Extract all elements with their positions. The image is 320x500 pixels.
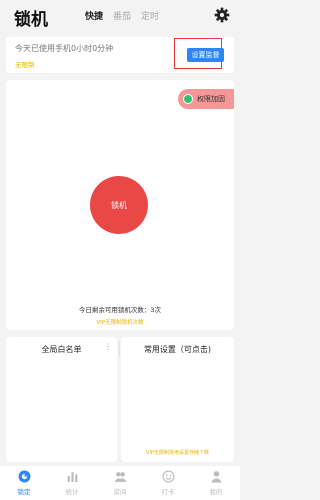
- nav-label-mine: 我的: [209, 488, 223, 496]
- divider: [119, 341, 120, 357]
- people-icon: [114, 472, 126, 482]
- page-title: 锁机: [14, 10, 48, 30]
- vip-common-note[interactable]: VIP无限制常用设置存储个数: [121, 449, 234, 456]
- nav-item-stats[interactable]: 统计: [48, 466, 96, 500]
- tab-scheduled[interactable]: 定时: [141, 9, 159, 22]
- tab-pomodoro[interactable]: 番茄: [113, 9, 131, 22]
- gear-icon[interactable]: [214, 7, 230, 23]
- vip-lock-note[interactable]: VIP无限制锁机次数: [0, 318, 240, 326]
- nav-label-stats: 统计: [65, 488, 79, 496]
- bar-chart-icon: [67, 472, 77, 482]
- nav-label-lock: 锁定: [17, 488, 31, 496]
- whitelist-title: 全局白名单: [41, 345, 82, 354]
- lock-icon: [18, 470, 30, 483]
- common-settings-card[interactable]: 常用设置（可点击): [121, 337, 234, 462]
- nav-item-mine[interactable]: 我的: [192, 466, 240, 500]
- usage-text: 今天已使用手机0小时0分钟: [15, 44, 114, 53]
- permission-label: 权限加固: [197, 95, 225, 103]
- usage-limit: 无限制: [15, 61, 35, 69]
- nav-label-room: 房间: [113, 488, 127, 496]
- person-icon: [210, 471, 222, 483]
- nav-item-lock[interactable]: 锁定: [0, 466, 48, 500]
- more-vertical-icon[interactable]: ⋮: [104, 343, 112, 351]
- nav-item-checkin[interactable]: 打卡: [144, 466, 192, 500]
- lock-button[interactable]: 锁机: [90, 176, 148, 234]
- set-supervision-button[interactable]: 设置监督: [187, 48, 224, 62]
- remaining-lock-count: 今日剩余可用锁机次数：3次: [78, 306, 162, 314]
- bottom-nav: 锁定 统计 房间 打卡 我的: [0, 466, 240, 500]
- tab-quick[interactable]: 快捷: [85, 9, 103, 22]
- whitelist-card[interactable]: 全局白名单: [6, 337, 117, 462]
- nav-label-checkin: 打卡: [161, 488, 175, 496]
- smiley-icon: [162, 470, 174, 483]
- permission-reinforce-button[interactable]: 权限加固: [178, 89, 234, 109]
- shield-icon: [183, 94, 193, 104]
- mode-tabs: 快捷 番茄 定时: [85, 9, 169, 22]
- header: 锁机 快捷 番茄 定时: [0, 0, 240, 32]
- common-settings-title: 常用设置（可点击): [143, 345, 212, 354]
- nav-item-room[interactable]: 房间: [96, 466, 144, 500]
